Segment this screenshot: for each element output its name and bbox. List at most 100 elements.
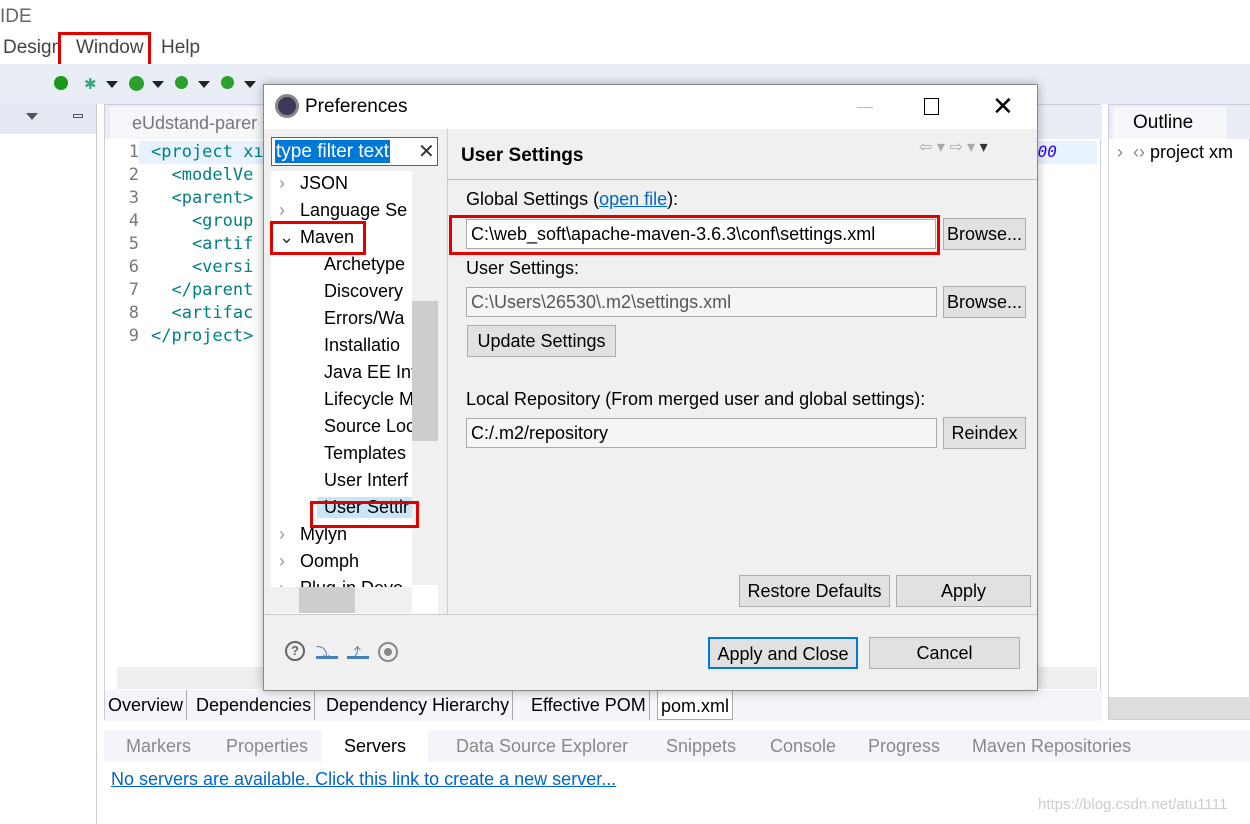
history-nav[interactable]: ⇦ ▾ ⇨ ▾ ▾ [919, 137, 988, 157]
outline-tab-bar: Outline [1109, 105, 1250, 139]
tree-item[interactable]: Templates [271, 443, 406, 464]
external-tools-dropdown-icon[interactable] [244, 81, 256, 88]
tree-item[interactable]: Java EE Int [271, 362, 416, 383]
tree-item[interactable]: › Oomph [271, 551, 359, 572]
tab-overview[interactable]: Overview [105, 690, 188, 720]
outline-item[interactable]: › ‹› project xm [1117, 142, 1233, 163]
tab-maven-repositories[interactable]: Maven Repositories [972, 730, 1131, 762]
code-text: <project xı [151, 142, 264, 162]
code-text: <parent> [151, 188, 254, 208]
create-server-link[interactable]: No servers are available. Click this lin… [111, 769, 616, 790]
tree-item-label: User Interf [324, 470, 409, 490]
sash-divider[interactable] [447, 129, 448, 614]
reindex-button[interactable]: Reindex [943, 417, 1026, 449]
tab-data-source-explorer[interactable]: Data Source Explorer [456, 730, 628, 762]
cancel-button[interactable]: Cancel [869, 637, 1020, 669]
apply-button[interactable]: Apply [896, 575, 1031, 607]
browse-user-button[interactable]: Browse... [943, 286, 1026, 318]
code-text: <artif [151, 234, 254, 254]
minimize-icon[interactable] [73, 114, 83, 118]
line-number: 1 [117, 141, 139, 164]
run-icon[interactable] [129, 76, 144, 91]
editor-tab[interactable]: eUdstand-parer [110, 107, 280, 139]
dialog-title: Preferences [305, 96, 408, 117]
code-text: <artifac [151, 303, 254, 323]
tree-item-label: Archetype [324, 254, 406, 274]
outline-scrollbar[interactable] [1109, 697, 1250, 719]
tree-scroll-thumb[interactable] [412, 301, 438, 441]
browse-global-button[interactable]: Browse... [943, 218, 1026, 250]
filter-input[interactable]: type filter text ✕ [271, 137, 438, 166]
tab-dependency-hierarchy[interactable]: Dependency Hierarchy [323, 690, 514, 720]
tree-item[interactable]: › JSON [271, 173, 348, 194]
chevron-right-icon[interactable]: › [279, 551, 300, 572]
minimize-icon[interactable] [857, 107, 873, 108]
chevron-right-icon[interactable]: › [279, 200, 300, 221]
tab-markers[interactable]: Markers [126, 730, 191, 762]
external-tools-icon[interactable] [221, 76, 234, 89]
outline-tab[interactable]: Outline [1113, 107, 1227, 139]
view-menu-icon[interactable] [26, 113, 38, 120]
tree-hscroll-thumb[interactable] [299, 587, 355, 613]
coverage-dropdown-icon[interactable] [198, 81, 210, 88]
tree-item[interactable]: Installatio [271, 335, 400, 356]
debug-icon[interactable]: ✱ [84, 75, 97, 93]
tab-dependencies[interactable]: Dependencies [193, 690, 316, 720]
close-icon[interactable]: ✕ [992, 91, 1014, 122]
tab-pom-xml[interactable]: pom.xml [657, 690, 734, 720]
tab-effective-pom[interactable]: Effective POM [528, 690, 650, 720]
tree-item[interactable]: › Language Se [271, 200, 407, 221]
apply-and-close-button[interactable]: Apply and Close [708, 637, 858, 669]
tab-snippets[interactable]: Snippets [666, 730, 736, 762]
maximize-icon[interactable] [924, 98, 939, 115]
tree-item[interactable]: Discovery [271, 281, 403, 302]
tree-item[interactable]: Source Loc [271, 416, 415, 437]
local-repository-label: Local Repository (From merged user and g… [466, 389, 926, 409]
menu-design[interactable]: Design [3, 37, 62, 59]
run-dropdown-icon[interactable] [152, 81, 164, 88]
code-text: <modelVe [151, 165, 254, 185]
menu-help[interactable]: Help [161, 37, 200, 59]
highlight-box-maven [270, 221, 366, 255]
highlight-box-global-settings [449, 215, 940, 255]
update-settings-button[interactable]: Update Settings [467, 325, 616, 357]
tab-console[interactable]: Console [770, 730, 836, 762]
dialog-titlebar: Preferences ✕ [264, 85, 1037, 129]
tree-item-label: Discovery [324, 281, 404, 301]
app-title: IDE [0, 6, 32, 27]
user-settings-input[interactable]: C:\Users\26530\.m2\settings.xml [466, 287, 937, 317]
tab-properties[interactable]: Properties [226, 730, 308, 762]
tree-item-label: Lifecycle M [324, 389, 415, 409]
tab-progress[interactable]: Progress [868, 730, 940, 762]
restore-defaults-button[interactable]: Restore Defaults [739, 575, 890, 607]
chevron-right-icon[interactable]: › [279, 524, 300, 545]
tree-item-label: Installatio [324, 335, 401, 355]
tree-item[interactable]: Errors/Wa [271, 308, 404, 329]
coverage-icon[interactable] [175, 76, 188, 89]
editor-page-tabs: Overview Dependencies Dependency Hierarc… [105, 690, 1102, 721]
tree-item[interactable]: Lifecycle M [271, 389, 414, 410]
code-text: <versi [151, 257, 254, 277]
tree-horizontal-scrollbar[interactable] [271, 587, 412, 613]
tree-item-label: JSON [300, 173, 349, 193]
tree-item-label: Source Loc [324, 416, 416, 436]
record-icon[interactable] [378, 642, 398, 662]
open-file-link[interactable]: open file [599, 189, 667, 209]
tab-servers[interactable]: Servers [322, 730, 429, 762]
server-start-icon[interactable] [54, 76, 68, 90]
tree-item[interactable]: User Interf [271, 470, 408, 491]
export-icon[interactable]: ⤴ [347, 643, 369, 661]
tree-item[interactable]: Archetype [271, 254, 405, 275]
preferences-dialog: Preferences ✕ type filter text ✕ › JSON › L… [263, 84, 1038, 691]
debug-dropdown-icon[interactable] [106, 81, 118, 88]
outline-item-label: project xm [1150, 142, 1234, 162]
local-repository-input: C:/.m2/repository [466, 418, 937, 448]
clear-filter-icon[interactable]: ✕ [418, 139, 435, 164]
help-icon[interactable]: ? [285, 641, 305, 661]
tree-item-label: Java EE Int [324, 362, 417, 382]
bottom-tab-bar: Markers Properties Servers Data Source E… [104, 730, 1250, 762]
chevron-right-icon[interactable]: › [279, 173, 300, 194]
line-number: 9 [117, 325, 139, 348]
watermark: https://blog.csdn.net/atu1111 [1038, 796, 1228, 813]
import-icon[interactable]: ⤵ [316, 643, 338, 661]
